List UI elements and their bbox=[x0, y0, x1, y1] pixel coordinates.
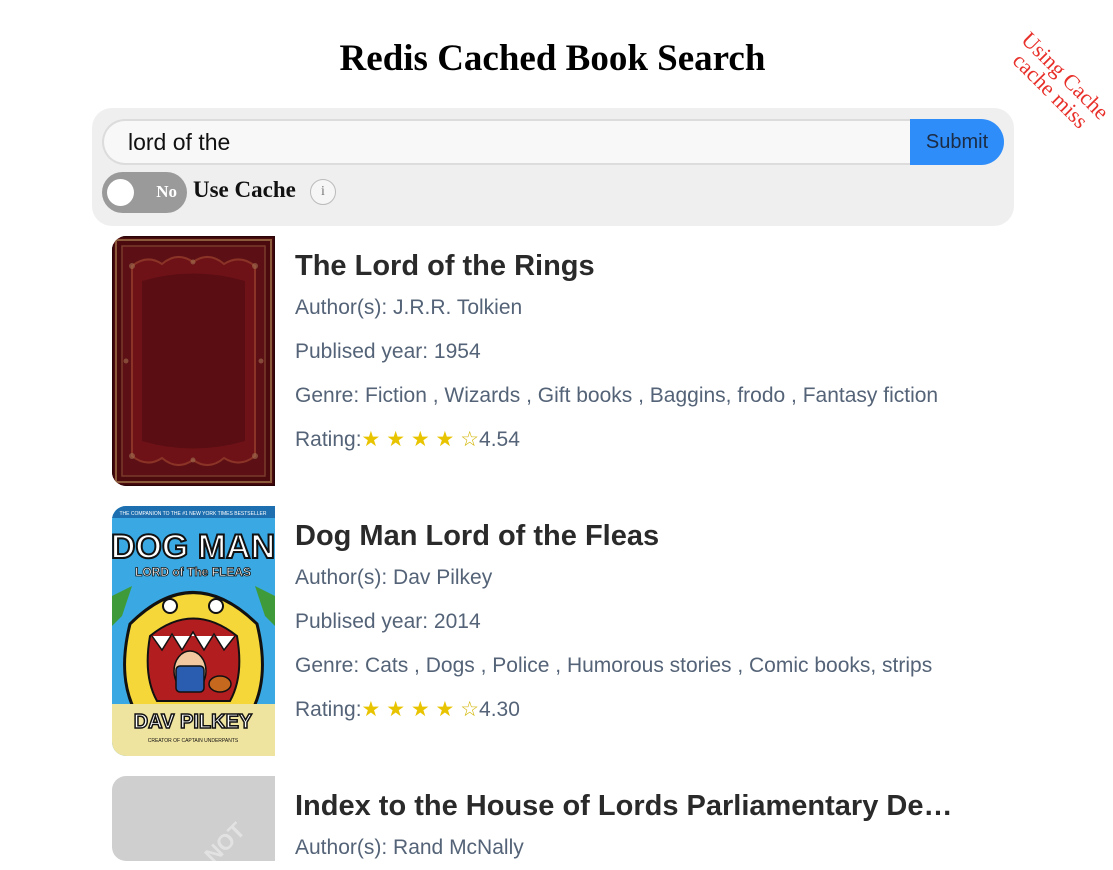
book-result[interactable]: THE COMPANION TO THE #1 NEW YORK TIMES B… bbox=[112, 506, 1012, 756]
star-rating-icons: ★ ★ ★ ★ bbox=[361, 698, 461, 721]
book-authors: Author(s): Dav Pilkey bbox=[295, 566, 493, 589]
use-cache-toggle[interactable]: No bbox=[102, 172, 187, 213]
book-genre: Genre: Cats , Dogs , Police , Humorous s… bbox=[295, 654, 933, 677]
star-rating-icons: ★ ★ ★ ★ bbox=[361, 428, 461, 451]
submit-button[interactable]: Submit bbox=[910, 119, 1004, 165]
book-title[interactable]: Index to the House of Lords Parliamentar… bbox=[295, 786, 960, 826]
rating-value: 4.30 bbox=[479, 698, 520, 721]
book-year: Publised year: 2014 bbox=[295, 610, 481, 633]
book-info: The Lord of the Rings Author(s): J.R.R. … bbox=[295, 246, 995, 462]
page-title: Redis Cached Book Search bbox=[339, 38, 766, 79]
book-rating: Rating:★ ★ ★ ★ ☆4.30 bbox=[295, 698, 520, 721]
search-input[interactable] bbox=[102, 119, 914, 165]
book-rating: Rating:★ ★ ★ ★ ☆4.54 bbox=[295, 428, 520, 451]
half-star-icon: ☆ bbox=[460, 698, 480, 721]
rating-value: 4.54 bbox=[479, 428, 520, 451]
toggle-knob bbox=[107, 179, 134, 206]
book-genre: Genre: Fiction , Wizards , Gift books , … bbox=[295, 384, 939, 407]
book-title[interactable]: The Lord of the Rings bbox=[295, 246, 995, 286]
book-cover-image[interactable]: THE COMPANION TO THE #1 NEW YORK TIMES B… bbox=[112, 506, 275, 756]
book-title[interactable]: Dog Man Lord of the Fleas bbox=[295, 516, 995, 556]
dog-man-cover-image: THE COMPANION TO THE #1 NEW YORK TIMES B… bbox=[112, 506, 275, 756]
book-cover-image[interactable]: NOT bbox=[112, 776, 275, 861]
book-info: Dog Man Lord of the Fleas Author(s): Dav… bbox=[295, 516, 995, 732]
info-icon[interactable]: i bbox=[310, 179, 336, 205]
cover-title-text: DOG MAN bbox=[112, 528, 275, 566]
toggle-state-text: No bbox=[156, 182, 177, 201]
cover-top-text: THE COMPANION TO THE #1 NEW YORK TIMES B… bbox=[120, 511, 267, 517]
book-result[interactable]: NOT Index to the House of Lords Parliame… bbox=[112, 776, 1012, 861]
book-cover-image[interactable] bbox=[112, 236, 275, 486]
cover-author-text: DAV PILKEY bbox=[134, 711, 253, 733]
search-panel: Submit No Use Cache i bbox=[92, 108, 1014, 226]
half-star-icon: ☆ bbox=[460, 428, 480, 451]
book-info: Index to the House of Lords Parliamentar… bbox=[295, 786, 995, 870]
book-authors: Author(s): J.R.R. Tolkien bbox=[295, 296, 523, 319]
cover-subtitle-text: LORD of The FLEAS bbox=[135, 565, 251, 579]
book-result[interactable]: The Lord of the Rings Author(s): J.R.R. … bbox=[112, 236, 1012, 486]
book-authors: Author(s): Rand McNally bbox=[295, 836, 524, 859]
cover-bottom-text: CREATOR OF CAPTAIN UNDERPANTS bbox=[148, 738, 239, 744]
book-year: Publised year: 1954 bbox=[295, 340, 481, 363]
placeholder-cover-image: NOT bbox=[112, 776, 275, 861]
use-cache-label: Use Cache bbox=[193, 177, 296, 202]
ornate-leather-cover-image bbox=[112, 236, 275, 486]
